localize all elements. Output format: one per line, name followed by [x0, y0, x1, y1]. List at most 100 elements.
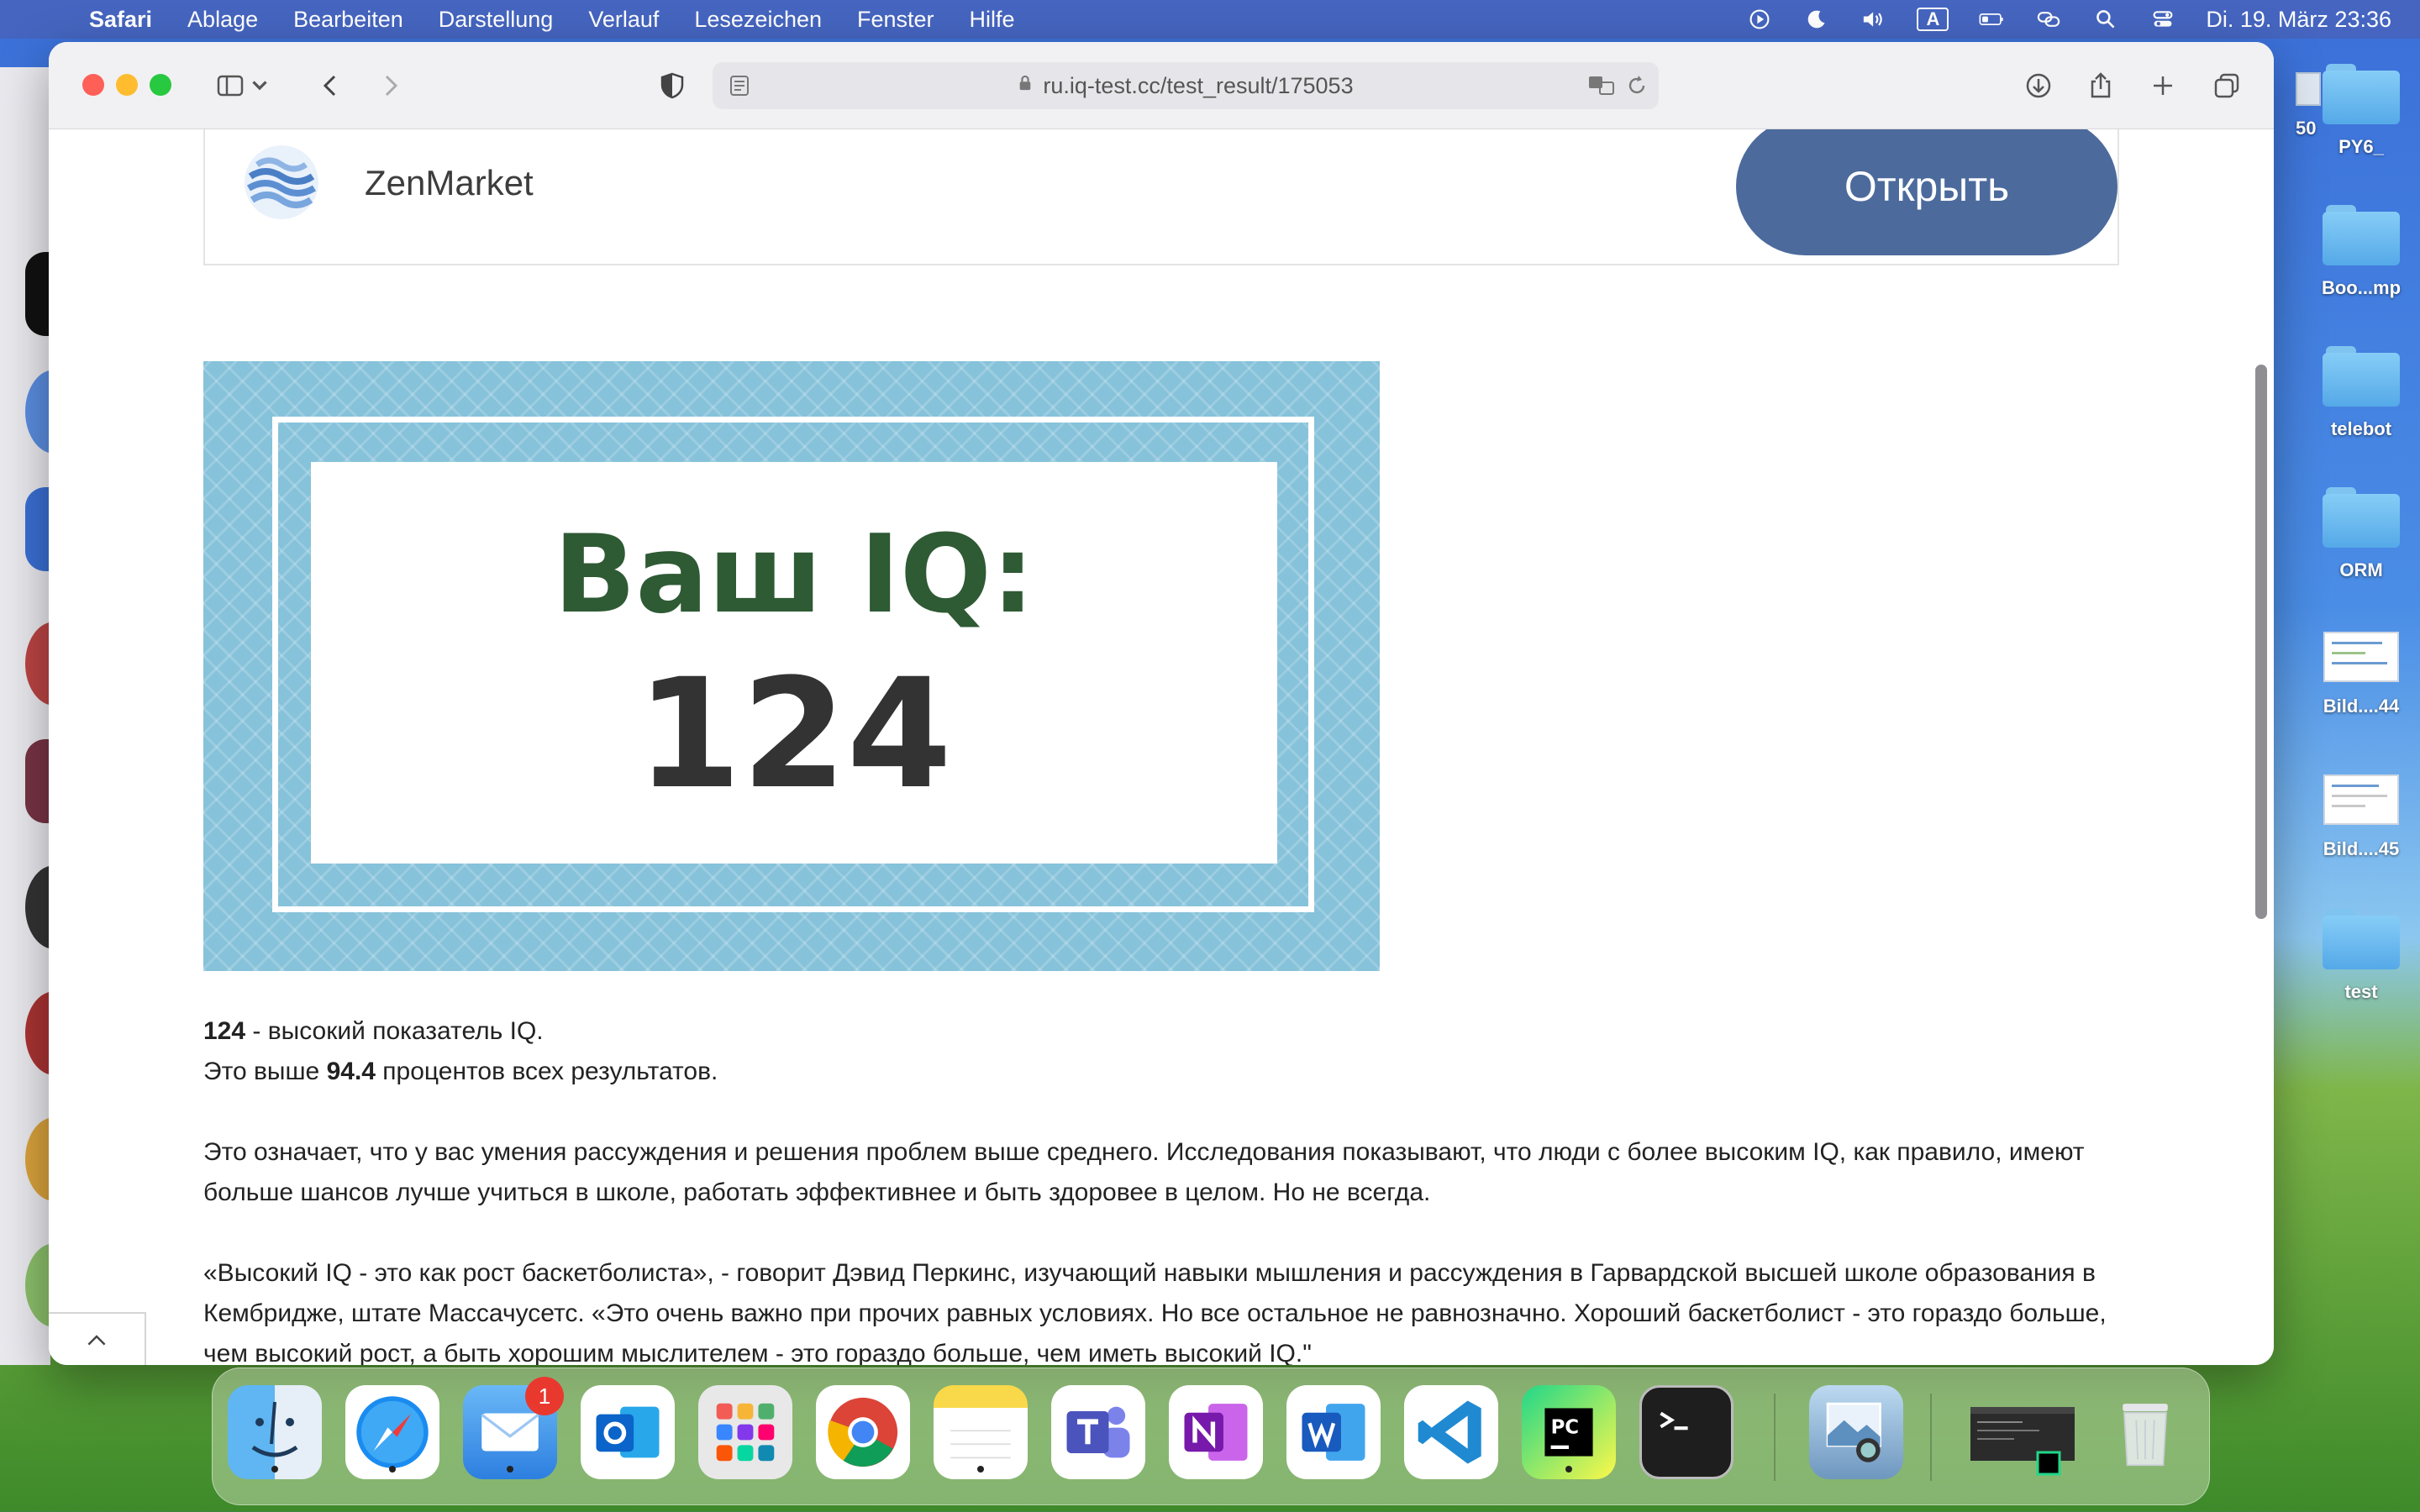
menu-hilfe[interactable]: Hilfe — [970, 7, 1015, 33]
spotlight-search-icon[interactable] — [2091, 8, 2120, 31]
svg-text:PC: PC — [1551, 1416, 1580, 1438]
menu-verlauf[interactable]: Verlauf — [588, 7, 659, 33]
address-bar[interactable]: ru.iq-test.cc/test_result/175053 — [713, 62, 1659, 109]
battery-icon[interactable] — [1977, 8, 2006, 31]
keyboard-layout-indicator[interactable]: A — [1917, 8, 1949, 31]
ad-open-button[interactable]: Открыть — [1736, 129, 2118, 255]
mail-unread-badge: 1 — [525, 1377, 564, 1415]
desktop-folder-py6[interactable]: PY6_ — [2294, 64, 2420, 158]
paragraph-quote: «Высокий IQ - это как рост баскетболиста… — [203, 1259, 2107, 1365]
dock-finder[interactable] — [228, 1385, 322, 1479]
back-arrow-icon[interactable] — [313, 67, 350, 104]
percent-prefix: Это выше — [203, 1058, 327, 1085]
screen-mirroring-icon[interactable] — [2034, 8, 2063, 31]
outlook-icon — [596, 1406, 660, 1458]
dock-trash[interactable] — [2098, 1385, 2192, 1479]
desktop-folder-boomp[interactable]: Boo...mp — [2294, 205, 2420, 299]
iq-title: Ваш IQ: — [553, 512, 1035, 638]
focus-moon-icon[interactable] — [1802, 8, 1831, 31]
menu-darstellung[interactable]: Darstellung — [439, 7, 554, 33]
page-scrollbar[interactable] — [2255, 365, 2267, 919]
dock-chrome[interactable] — [816, 1385, 910, 1479]
iq-result-image: Ваш IQ: 124 — [203, 361, 1380, 971]
desktop-item-label: test — [2344, 981, 2378, 1002]
score-line: 124 - высокий показатель IQ. — [203, 1011, 2136, 1052]
dock-separator — [1930, 1394, 1932, 1481]
word-icon — [1302, 1404, 1365, 1461]
desktop-item-label: Bild....45 — [2323, 838, 2400, 859]
score-value: 124 — [203, 1017, 246, 1045]
background-app-window — [0, 67, 84, 1365]
dock-vscode[interactable] — [1404, 1385, 1498, 1479]
menu-bearbeiten[interactable]: Bearbeiten — [293, 7, 403, 33]
tab-overview-icon[interactable] — [2208, 67, 2245, 104]
minimize-window-button[interactable] — [116, 74, 138, 96]
share-icon[interactable] — [2082, 67, 2119, 104]
menu-ablage[interactable]: Ablage — [187, 7, 258, 33]
desktop-item-label: ORM — [2339, 559, 2383, 580]
menu-lesezeichen[interactable]: Lesezeichen — [694, 7, 822, 33]
chevron-up-icon — [87, 1334, 106, 1345]
percent-value: 94.4 — [326, 1058, 376, 1085]
image-thumbnail-icon — [2323, 632, 2399, 682]
menubar-clock[interactable]: Di. 19. März 23:36 — [2206, 7, 2391, 33]
paragraph-explanation: Это означает, что у вас умения рассужден… — [203, 1138, 2085, 1206]
sidebar-toggle-icon[interactable] — [212, 67, 249, 104]
desktop-item-label: PY6_ — [2338, 136, 2384, 157]
notes-icon — [950, 1430, 1011, 1459]
lock-icon — [1018, 74, 1033, 97]
privacy-shield-icon[interactable] — [654, 67, 691, 104]
dock-onenote[interactable] — [1169, 1385, 1263, 1479]
menu-app-name[interactable]: Safari — [89, 7, 152, 33]
chrome-icon — [828, 1397, 898, 1467]
play-status-icon[interactable] — [1745, 8, 1774, 31]
folder-icon — [2323, 487, 2400, 548]
downloads-icon[interactable] — [2020, 67, 2057, 104]
zoom-window-button[interactable] — [150, 74, 171, 96]
desktop-folder-orm[interactable]: ORM — [2294, 487, 2420, 581]
result-summary: 124 - высокий показатель IQ. Это выше 94… — [203, 1011, 2136, 1092]
desktop-image-bild44[interactable]: Bild....44 — [2294, 632, 2420, 717]
folder-icon — [2323, 909, 2400, 969]
safari-window: ru.iq-test.cc/test_result/175053 ZenMark… — [49, 42, 2274, 1365]
safari-compass-icon — [356, 1396, 429, 1468]
dock-word[interactable] — [1286, 1385, 1381, 1479]
pycharm-icon: PC — [1544, 1408, 1593, 1457]
dock-pycharm[interactable]: PC — [1522, 1385, 1616, 1479]
control-center-icon[interactable] — [2149, 8, 2177, 31]
iq-score: 124 — [636, 647, 952, 822]
image-thumbnail-icon — [2323, 774, 2399, 825]
dock-outlook[interactable] — [581, 1385, 675, 1479]
dock-separator — [1774, 1394, 1776, 1481]
launchpad-grid-icon — [716, 1403, 775, 1462]
reload-icon[interactable] — [1623, 72, 1650, 99]
close-window-button[interactable] — [82, 74, 104, 96]
forward-arrow-icon[interactable] — [371, 67, 408, 104]
desktop-folder-telebot[interactable]: telebot — [2294, 346, 2420, 440]
new-tab-plus-icon[interactable] — [2144, 67, 2181, 104]
dock-notes[interactable] — [934, 1385, 1028, 1479]
translate-icon[interactable] — [1586, 72, 1617, 99]
dock-mail[interactable]: 1 — [463, 1377, 564, 1479]
dock-terminal[interactable] — [1639, 1385, 1733, 1479]
menu-fenster[interactable]: Fenster — [857, 7, 934, 33]
dock-teams[interactable] — [1051, 1385, 1145, 1479]
score-description: - высокий показатель IQ. — [245, 1017, 544, 1045]
volume-icon[interactable] — [1860, 8, 1888, 31]
zenmarket-logo-icon — [235, 136, 328, 228]
zenmarket-ad[interactable]: ZenMarket Открыть — [203, 129, 2119, 265]
teams-icon — [1066, 1406, 1130, 1458]
dock-launchpad[interactable] — [698, 1385, 792, 1479]
desktop-folder-test[interactable]: test — [2294, 909, 2420, 1003]
scroll-to-top-button[interactable] — [49, 1312, 146, 1365]
chevron-down-icon[interactable] — [247, 67, 272, 104]
folder-icon — [2323, 346, 2400, 407]
dock-recent-window[interactable] — [1964, 1385, 2081, 1479]
reader-view-icon[interactable] — [726, 72, 753, 99]
dock-safari[interactable] — [345, 1385, 439, 1479]
desktop-image-bild45[interactable]: Bild....45 — [2294, 774, 2420, 860]
trash-icon — [2123, 1404, 2168, 1467]
dock-preview[interactable] — [1809, 1385, 1903, 1479]
url-text[interactable]: ru.iq-test.cc/test_result/175053 — [1043, 73, 1353, 99]
vscode-icon — [1418, 1400, 1481, 1464]
